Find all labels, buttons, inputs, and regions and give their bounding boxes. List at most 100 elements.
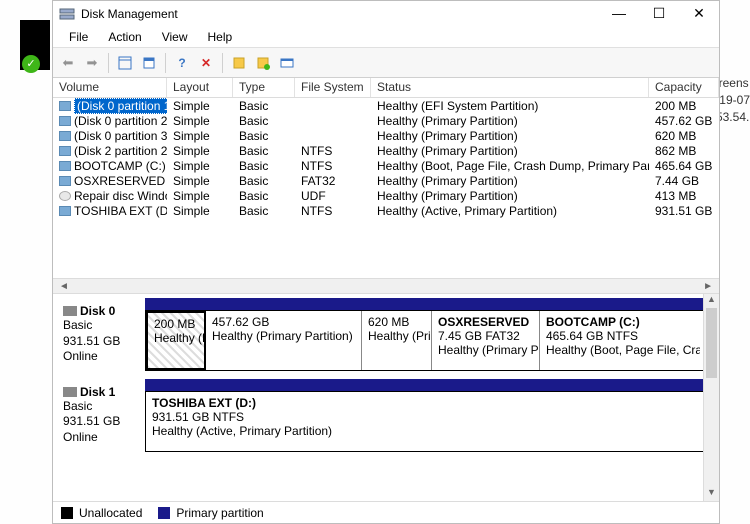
volume-layout: Simple [167, 99, 233, 113]
volume-fs: UDF [295, 189, 371, 203]
vertical-scrollbar[interactable]: ▲ ▼ [703, 294, 719, 501]
volume-row[interactable]: (Disk 2 partition 2)SimpleBasicNTFSHealt… [53, 143, 719, 158]
col-volume[interactable]: Volume [53, 78, 167, 97]
scroll-up-icon[interactable]: ▲ [704, 294, 719, 308]
partition-status: Healthy (Primary Pa [438, 343, 533, 357]
volume-capacity: 862 MB [649, 144, 719, 158]
app-icon [59, 6, 75, 22]
disk-stripe [145, 298, 713, 310]
forward-button[interactable]: ➡ [81, 52, 103, 74]
col-layout[interactable]: Layout [167, 78, 233, 97]
volume-row[interactable]: TOSHIBA EXT (D:)SimpleBasicNTFSHealthy (… [53, 203, 719, 218]
volume-layout: Simple [167, 129, 233, 143]
volume-capacity: 7.44 GB [649, 174, 719, 188]
properties-button[interactable] [138, 52, 160, 74]
volume-type: Basic [233, 144, 295, 158]
volume-type: Basic [233, 129, 295, 143]
scroll-left-icon[interactable]: ◄ [55, 281, 73, 292]
partition-size: 457.62 GB [212, 315, 355, 329]
minimize-button[interactable]: — [599, 1, 639, 26]
volume-row[interactable]: OSXRESERVEDSimpleBasicFAT32Healthy (Prim… [53, 173, 719, 188]
menu-view[interactable]: View [152, 28, 198, 46]
volume-capacity: 465.64 GB [649, 159, 719, 173]
disk-name: Disk 0 [63, 304, 141, 318]
partition-container: TOSHIBA EXT (D:)931.51 GB NTFSHealthy (A… [145, 391, 713, 452]
cd-icon [59, 191, 71, 201]
partition[interactable]: TOSHIBA EXT (D:)931.51 GB NTFSHealthy (A… [146, 392, 700, 451]
col-capacity[interactable]: Capacity [649, 78, 719, 97]
scroll-right-icon[interactable]: ► [699, 281, 717, 292]
volume-list: Volume Layout Type File System Status Ca… [53, 78, 719, 278]
col-type[interactable]: Type [233, 78, 295, 97]
menu-action[interactable]: Action [98, 28, 151, 46]
volume-type: Basic [233, 159, 295, 173]
partition-title: TOSHIBA EXT (D:) [152, 396, 694, 410]
partition-title: OSXRESERVED [438, 315, 533, 329]
partition-size: 931.51 GB NTFS [152, 410, 694, 424]
volume-type: Basic [233, 114, 295, 128]
legend-unallocated: Unallocated [79, 506, 142, 520]
close-button[interactable]: ✕ [679, 1, 719, 26]
volume-name: (Disk 0 partition 3) [74, 129, 167, 143]
drive-icon [59, 131, 71, 141]
volume-fs: NTFS [295, 159, 371, 173]
back-button[interactable]: ⬅ [57, 52, 79, 74]
volume-row[interactable]: BOOTCAMP (C:)SimpleBasicNTFSHealthy (Boo… [53, 158, 719, 173]
disk-name: Disk 1 [63, 385, 141, 399]
legend: Unallocated Primary partition [53, 501, 719, 523]
volume-status: Healthy (Primary Partition) [371, 129, 649, 143]
volume-name: OSXRESERVED [74, 174, 165, 188]
window-title: Disk Management [81, 7, 599, 21]
col-filesystem[interactable]: File System [295, 78, 371, 97]
drive-icon [59, 161, 71, 171]
action3-button[interactable] [276, 52, 298, 74]
action2-button[interactable] [252, 52, 274, 74]
disk-type: Basic [63, 399, 141, 415]
disk-size: 931.51 GB [63, 334, 141, 350]
volume-layout: Simple [167, 144, 233, 158]
maximize-button[interactable]: ☐ [639, 1, 679, 26]
disk-label[interactable]: Disk 0Basic931.51 GBOnline [59, 298, 145, 371]
volume-row[interactable]: (Disk 0 partition 2)SimpleBasicHealthy (… [53, 113, 719, 128]
volume-type: Basic [233, 204, 295, 218]
disk-state: Online [63, 430, 141, 446]
partition[interactable]: OSXRESERVED7.45 GB FAT32Healthy (Primary… [432, 311, 540, 370]
partition[interactable]: BOOTCAMP (C:)465.64 GB NTFSHealthy (Boot… [540, 311, 700, 370]
drive-icon [59, 116, 71, 126]
unallocated-swatch [61, 507, 73, 519]
volume-type: Basic [233, 174, 295, 188]
action1-button[interactable] [228, 52, 250, 74]
volume-row[interactable]: (Disk 0 partition 1)SimpleBasicHealthy (… [53, 98, 719, 113]
partition-status: Healthy (Prin [368, 329, 425, 343]
menu-file[interactable]: File [59, 28, 98, 46]
disk-row: Disk 0Basic931.51 GBOnline200 MBHealthy … [59, 298, 713, 371]
legend-primary: Primary partition [176, 506, 263, 520]
volume-layout: Simple [167, 114, 233, 128]
delete-button[interactable]: ✕ [195, 52, 217, 74]
check-icon: ✓ [22, 55, 40, 73]
volume-capacity: 457.62 GB [649, 114, 719, 128]
volume-name: Repair disc Windo... [74, 189, 167, 203]
partition[interactable]: 457.62 GBHealthy (Primary Partition) [206, 311, 362, 370]
volume-name: (Disk 0 partition 2) [74, 114, 167, 128]
partition[interactable]: 620 MBHealthy (Prin [362, 311, 432, 370]
scroll-thumb[interactable] [706, 308, 717, 378]
volume-row[interactable]: Repair disc Windo...SimpleBasicUDFHealth… [53, 188, 719, 203]
partition[interactable]: 200 MBHealthy (E [146, 311, 206, 370]
disk-partitions: 200 MBHealthy (E457.62 GBHealthy (Primar… [145, 298, 713, 371]
disk-label[interactable]: Disk 1Basic931.51 GBOnline [59, 379, 145, 452]
partition-container: 200 MBHealthy (E457.62 GBHealthy (Primar… [145, 310, 713, 371]
col-status[interactable]: Status [371, 78, 649, 97]
partition-status: Healthy (E [154, 331, 198, 345]
titlebar[interactable]: Disk Management — ☐ ✕ [53, 1, 719, 26]
menu-help[interactable]: Help [198, 28, 243, 46]
help-button[interactable]: ? [171, 52, 193, 74]
scroll-down-icon[interactable]: ▼ [704, 487, 719, 501]
separator [108, 53, 109, 73]
drive-icon [59, 146, 71, 156]
volume-fs: FAT32 [295, 174, 371, 188]
disk-management-window: Disk Management — ☐ ✕ File Action View H… [52, 0, 720, 524]
horizontal-scrollbar[interactable]: ◄ ► [53, 278, 719, 294]
volume-row[interactable]: (Disk 0 partition 3)SimpleBasic Healthy (… [53, 128, 719, 143]
refresh-button[interactable] [114, 52, 136, 74]
